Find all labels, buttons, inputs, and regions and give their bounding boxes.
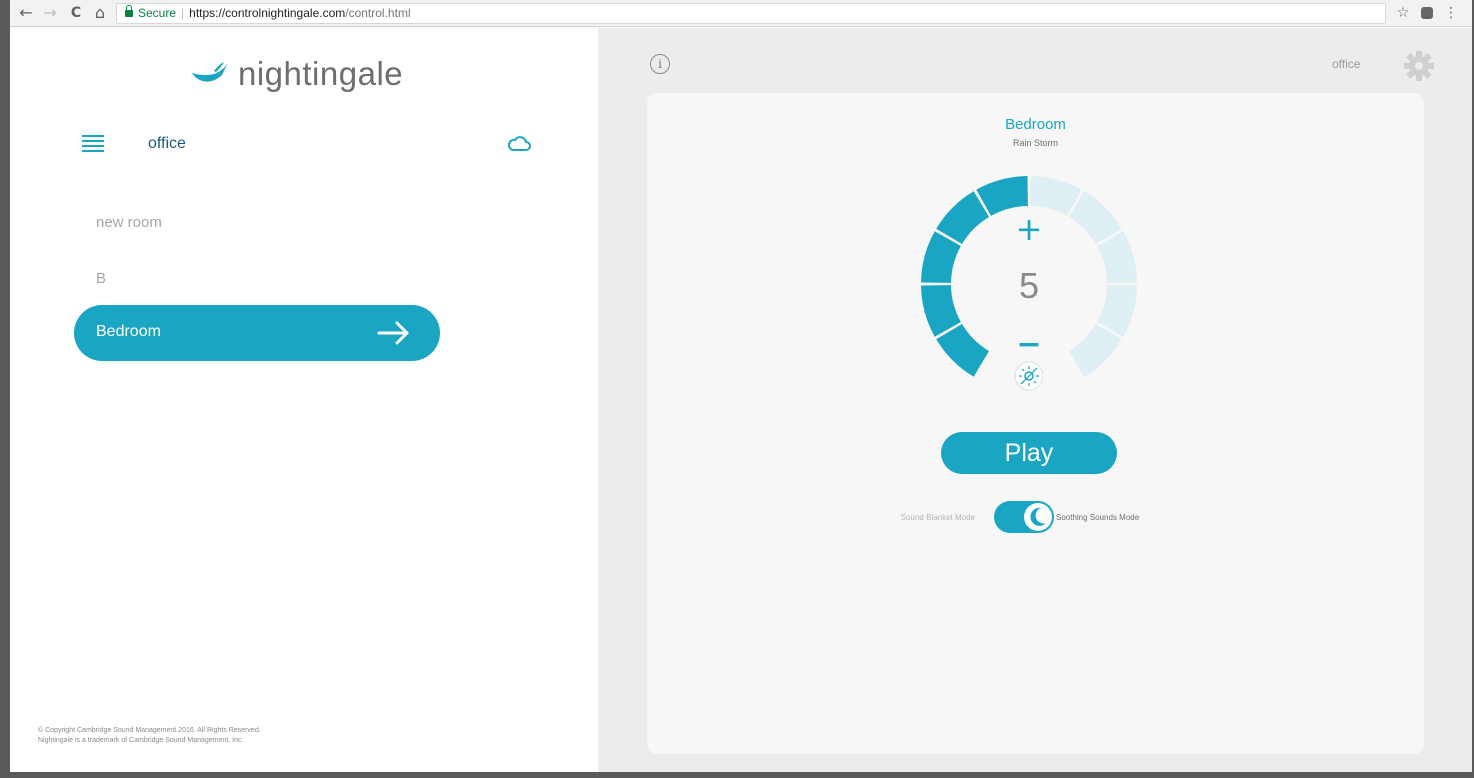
sound-blanket-mode-label: Sound Blanket Mode (900, 513, 975, 522)
location-name[interactable]: office (148, 135, 186, 153)
hamburger-icon[interactable] (82, 135, 104, 153)
gear-icon[interactable] (1403, 50, 1435, 82)
player-room-name: Bedroom (1005, 116, 1066, 133)
nightlight-icon[interactable] (1014, 361, 1044, 391)
cloud-icon[interactable] (507, 134, 531, 152)
copyright-line: © Copyright Cambridge Sound Management 2… (38, 727, 261, 734)
bookmark-star-icon[interactable]: ☆ (1394, 4, 1412, 22)
volume-up-icon[interactable]: + (1016, 210, 1043, 248)
browser-toolbar: ← → C ⌂ Secure | https://controlnightingal… (10, 0, 1472, 27)
url-host: https://controlnightingale.com (189, 6, 346, 20)
forward-icon[interactable]: → (40, 3, 60, 23)
room-item[interactable]: B (96, 270, 106, 287)
soothing-sounds-mode-label: Soothing Sounds Mode (1056, 513, 1140, 522)
back-icon[interactable]: ← (16, 3, 36, 23)
trademark-line: Nightingale is a trademark of Cambridge … (38, 737, 244, 744)
room-sidebar: nightingale office new room B Bedroom © … (10, 28, 598, 772)
address-separator: | (181, 6, 185, 20)
volume-value: 5 (1018, 265, 1040, 306)
player-sound-name: Rain Storm (1012, 138, 1058, 148)
reload-icon[interactable]: C (66, 3, 86, 23)
volume-down-icon[interactable]: − (1016, 327, 1041, 362)
arrow-right-icon (377, 321, 409, 345)
active-room-label: Bedroom (96, 323, 161, 340)
control-panel: i office Bedroom Rain Storm + − 5 Play S… (598, 28, 1472, 772)
volume-segment-filled[interactable] (936, 191, 990, 245)
browser-window: ← → C ⌂ Secure | https://controlnightingal… (10, 0, 1472, 772)
address-bar[interactable]: Secure | https://controlnightingale.com/co… (116, 3, 1386, 24)
toggle-knob (1024, 503, 1052, 531)
browser-menu-icon[interactable]: ⋮ (1442, 4, 1460, 22)
logo-text: nightingale (238, 55, 404, 92)
volume-segment-empty[interactable] (1068, 323, 1122, 377)
mode-toggle[interactable] (994, 501, 1054, 533)
moon-icon (1030, 507, 1046, 526)
nightingale-logo: nightingale (190, 54, 403, 94)
extension-icon[interactable] (1418, 4, 1436, 22)
lock-icon (125, 5, 133, 17)
volume-segment-filled[interactable] (936, 323, 990, 377)
player-card: Bedroom Rain Storm + − 5 Play Sound Blan… (647, 93, 1424, 754)
copyright-notice: © Copyright Cambridge Sound Management 2… (38, 726, 261, 746)
header-location: office (1332, 57, 1361, 71)
volume-segment-empty[interactable] (1068, 191, 1122, 245)
url-path: /control.html (345, 6, 411, 20)
home-icon[interactable]: ⌂ (90, 3, 110, 23)
room-item[interactable]: new room (96, 214, 162, 231)
bird-icon (192, 62, 228, 82)
room-item-active[interactable]: Bedroom (74, 305, 440, 361)
info-icon[interactable]: i (650, 54, 670, 74)
secure-label: Secure (138, 6, 177, 20)
play-button[interactable]: Play (941, 432, 1117, 474)
